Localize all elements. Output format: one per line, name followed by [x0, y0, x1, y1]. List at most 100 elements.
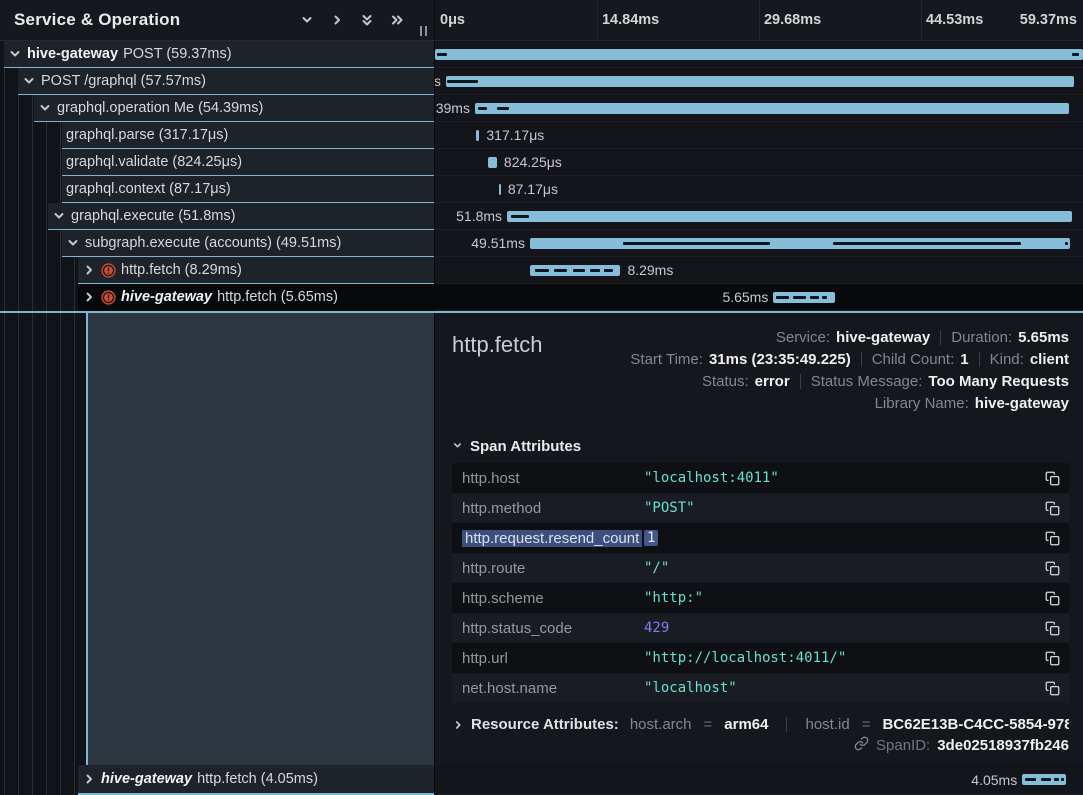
chevrons-down-icon[interactable] — [360, 13, 374, 27]
chevrons-right-icon[interactable] — [390, 13, 404, 27]
copy-button[interactable] — [1035, 531, 1069, 546]
child-span-marker — [511, 215, 529, 218]
timeline-bar[interactable] — [476, 130, 479, 141]
span-tree-entry[interactable]: hive-gatewayPOST (59.37ms) — [4, 41, 434, 68]
trace-row[interactable]: graphql.parse (317.17μs)317.17μs — [0, 122, 1083, 149]
chevron-right-icon[interactable] — [330, 13, 344, 27]
copy-button[interactable] — [1035, 591, 1069, 606]
trace-row[interactable]: graphql.context (87.17μs)87.17μs — [0, 176, 1083, 203]
span-label: http.fetch (5.65ms) — [217, 289, 338, 305]
timeline-row[interactable]: 8.29ms — [435, 257, 1083, 284]
timeline-bar[interactable] — [446, 76, 1074, 87]
timeline-bar[interactable] — [475, 103, 1069, 114]
timeline-row[interactable]: 49.51ms — [435, 230, 1083, 257]
chevron-right-icon[interactable] — [452, 719, 464, 731]
span-tree-entry[interactable]: graphql.parse (317.17μs) — [62, 122, 434, 149]
trace-row[interactable]: hive-gatewayhttp.fetch (4.05ms)4.05ms — [0, 765, 1083, 795]
timeline-bar[interactable] — [507, 211, 1072, 222]
timeline-bar[interactable] — [435, 49, 1083, 60]
timeline-bar[interactable] — [773, 292, 835, 303]
span-label: graphql.execute (51.8ms) — [71, 208, 235, 224]
meta-value: 5.65ms — [1018, 329, 1069, 346]
span-label: subgraph.execute (accounts) (49.51ms) — [85, 235, 341, 251]
attribute-row[interactable]: http.status_code429 — [452, 613, 1069, 643]
timeline-row[interactable]: 317.17μs — [435, 122, 1083, 149]
trace-viewer-app: Service & Operation 0μs14.84ms29.68ms44.… — [0, 0, 1083, 795]
span-tree-entry[interactable]: graphql.operation Me (54.39ms) — [34, 95, 434, 122]
attribute-row[interactable]: http.url"http://localhost:4011/" — [452, 643, 1069, 673]
child-span-marker — [554, 269, 567, 272]
copy-button[interactable] — [1035, 651, 1069, 666]
timeline-row[interactable]: 824.25μs — [435, 149, 1083, 176]
span-tree-entry[interactable]: hive-gatewayhttp.fetch (5.65ms) — [78, 284, 434, 311]
attribute-row[interactable]: http.method"POST" — [452, 493, 1069, 523]
timeline-bar[interactable] — [530, 265, 620, 276]
attribute-row[interactable]: http.route"/" — [452, 553, 1069, 583]
trace-row[interactable]: POST /graphql (57.57ms)57.57ms — [0, 68, 1083, 95]
timeline-row[interactable]: 4.05ms — [435, 765, 1083, 795]
tree-cell: graphql.operation Me (54.39ms) — [0, 95, 435, 122]
attribute-row[interactable]: http.host"localhost:4011" — [452, 463, 1069, 493]
span-tree-entry[interactable]: POST /graphql (57.57ms) — [18, 68, 434, 95]
copy-icon — [1045, 501, 1060, 516]
timeline-row[interactable]: 51.8ms — [435, 203, 1083, 230]
chevron-down-icon[interactable] — [8, 47, 22, 61]
link-icon[interactable] — [854, 736, 869, 755]
attr-key: http.url — [452, 650, 644, 667]
timeline-row[interactable]: 54.39ms — [435, 95, 1083, 122]
span-tree-entry[interactable]: graphql.context (87.17μs) — [62, 176, 434, 203]
error-icon — [101, 290, 116, 305]
timeline-bar[interactable] — [499, 184, 501, 195]
chevron-right-icon[interactable] — [82, 263, 96, 277]
meta-value: Too Many Requests — [928, 373, 1069, 390]
span-tree-entry[interactable]: graphql.validate (824.25μs) — [62, 149, 434, 176]
trace-row[interactable]: http.fetch (8.29ms)8.29ms — [0, 257, 1083, 284]
span-tree-entry[interactable]: subgraph.execute (accounts) (49.51ms) — [62, 230, 434, 257]
chevron-right-icon[interactable] — [82, 772, 96, 786]
child-span-marker — [1065, 242, 1068, 245]
copy-button[interactable] — [1035, 621, 1069, 636]
span-tree-entry[interactable]: http.fetch (8.29ms) — [78, 257, 434, 284]
tree-header-title: Service & Operation — [14, 10, 180, 30]
timeline-row[interactable]: 5.65ms — [435, 284, 1083, 311]
copy-button[interactable] — [1035, 681, 1069, 696]
span-tree-entry[interactable]: graphql.execute (51.8ms) — [48, 203, 434, 230]
timeline-row[interactable]: 59.37ms — [435, 41, 1083, 68]
trace-row[interactable]: graphql.validate (824.25μs)824.25μs — [0, 149, 1083, 176]
copy-button[interactable] — [1035, 471, 1069, 486]
trace-row[interactable]: hive-gatewayhttp.fetch (5.65ms)5.65ms — [0, 284, 1083, 311]
copy-button[interactable] — [1035, 561, 1069, 576]
chevron-right-icon[interactable] — [82, 290, 96, 304]
resource-attributes-row[interactable]: Resource Attributes:host.arch=arm64host.… — [452, 716, 1069, 733]
top-bar: Service & Operation 0μs14.84ms29.68ms44.… — [0, 0, 1083, 41]
timeline-bar[interactable] — [1022, 774, 1066, 785]
attribute-row[interactable]: http.request.resend_count1 — [452, 523, 1069, 553]
trace-row[interactable]: graphql.execute (51.8ms) 51.8ms — [0, 203, 1083, 230]
panel-resize-handle[interactable] — [420, 26, 427, 36]
tree-cell: graphql.execute (51.8ms) — [0, 203, 435, 230]
span-tree-entry[interactable]: hive-gatewayhttp.fetch (4.05ms) — [78, 765, 434, 795]
trace-row[interactable]: subgraph.execute (accounts) (49.51ms) 49.… — [0, 230, 1083, 257]
chevron-down-icon[interactable] — [22, 74, 36, 88]
trace-row[interactable]: graphql.operation Me (54.39ms)54.39ms — [0, 95, 1083, 122]
meta-line: Start Time:31ms (23:35:49.225)Child Coun… — [630, 348, 1069, 370]
span-attributes-section-header[interactable]: Span Attributes — [452, 438, 1069, 455]
attribute-row[interactable]: net.host.name"localhost" — [452, 673, 1069, 703]
child-span-marker — [1072, 53, 1079, 56]
attr-value-selected: 1 — [644, 530, 658, 546]
divider — [786, 717, 787, 732]
chevron-down-icon — [452, 438, 463, 455]
timeline-row[interactable]: 87.17μs — [435, 176, 1083, 203]
indent-guides — [0, 149, 62, 176]
copy-button[interactable] — [1035, 501, 1069, 516]
chevron-down-icon[interactable] — [66, 236, 80, 250]
chevron-down-icon[interactable] — [52, 209, 66, 223]
timeline-bar[interactable] — [488, 157, 497, 168]
attr-key: http.method — [452, 500, 644, 517]
trace-row[interactable]: hive-gatewayPOST (59.37ms)59.37ms — [0, 41, 1083, 68]
timeline-row[interactable]: 57.57ms — [435, 68, 1083, 95]
chevron-down-icon[interactable] — [38, 101, 52, 115]
timeline-bar[interactable] — [530, 238, 1070, 249]
chevron-down-icon[interactable] — [300, 13, 314, 27]
attribute-row[interactable]: http.scheme"http:" — [452, 583, 1069, 613]
